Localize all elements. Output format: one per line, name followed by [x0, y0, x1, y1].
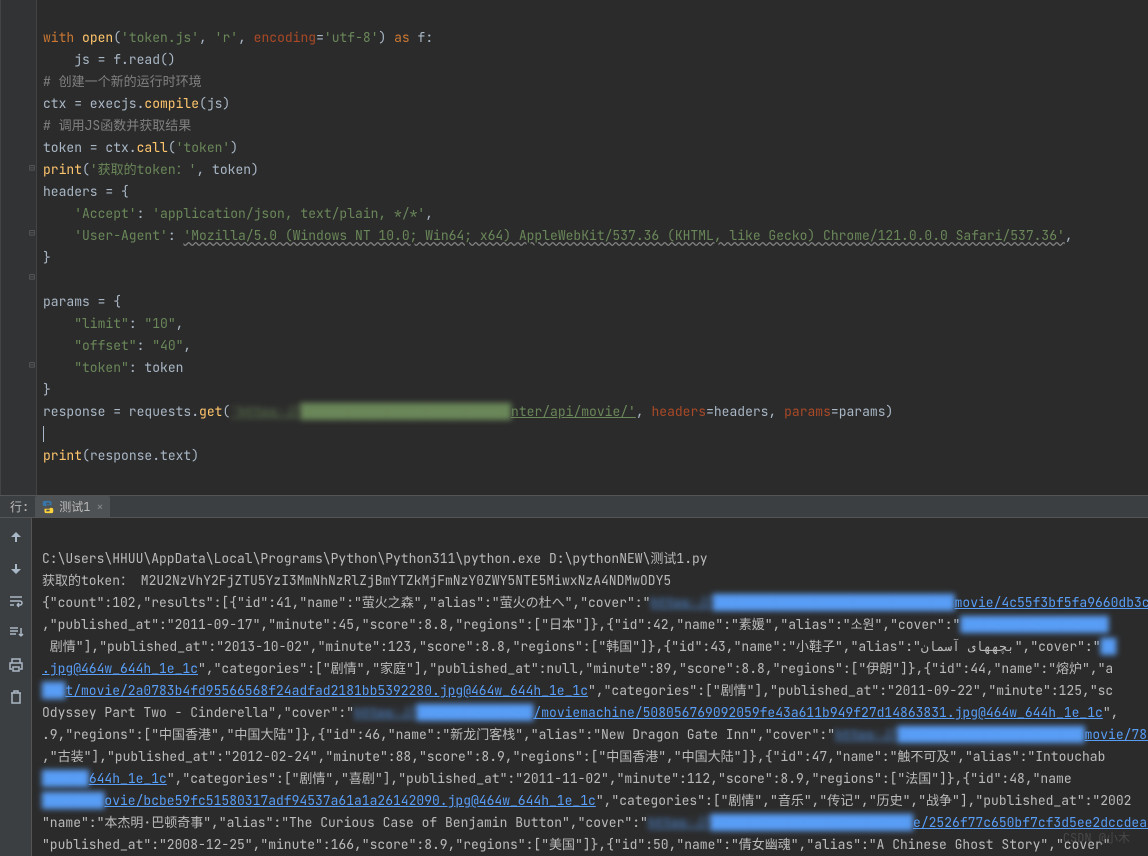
run-tab[interactable]: 测试1 × — [35, 496, 109, 517]
console-panel: C:\Users\HHUU\AppData\Local\Programs\Pyt… — [0, 518, 1148, 856]
run-tabbar: 行: 测试1 × — [0, 495, 1148, 518]
up-arrow-icon[interactable] — [5, 526, 27, 548]
console-toolbar — [0, 518, 32, 856]
scroll-to-end-icon[interactable] — [5, 622, 27, 644]
tab-label: 测试1 — [59, 498, 90, 515]
soft-wrap-icon[interactable] — [5, 590, 27, 612]
trash-icon[interactable] — [5, 686, 27, 708]
code-content: with open('token.js', 'r', encoding='utf… — [1, 0, 1148, 489]
close-icon[interactable]: × — [96, 499, 103, 515]
run-label: 行: — [4, 498, 35, 515]
watermark: CSDN @小木 — [1063, 829, 1130, 846]
console-output[interactable]: C:\Users\HHUU\AppData\Local\Programs\Pyt… — [32, 518, 1148, 856]
python-icon — [41, 500, 55, 514]
print-icon[interactable] — [5, 654, 27, 676]
editor-gutter: ⊟ ⊟ ⊟ ⊟ — [1, 0, 37, 495]
down-arrow-icon[interactable] — [5, 558, 27, 580]
code-editor[interactable]: ⊟ ⊟ ⊟ ⊟ with open('token.js', 'r', encod… — [0, 0, 1148, 495]
